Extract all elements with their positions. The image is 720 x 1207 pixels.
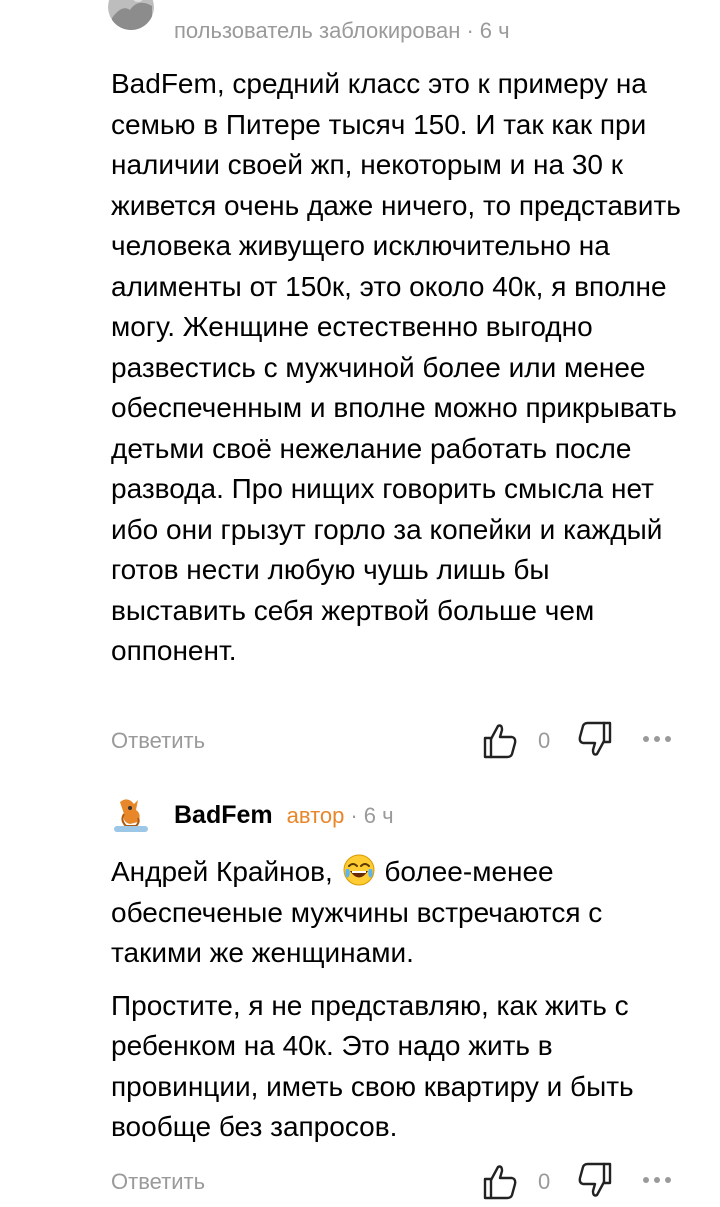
more-options-icon[interactable] — [643, 1167, 687, 1193]
mention[interactable]: Андрей Крайнов, — [111, 856, 333, 887]
reply-button[interactable]: Ответить — [111, 1169, 205, 1195]
face-with-tears-of-joy-icon — [343, 854, 375, 886]
like-count: 0 — [538, 728, 551, 753]
comment-time: 6 ч — [363, 803, 394, 828]
comment-paragraph: Простите, я не представляю, как жить с р… — [111, 989, 634, 1143]
avatar[interactable] — [108, 792, 154, 838]
author-name[interactable]: BadFem — [174, 801, 273, 829]
like-count: 0 — [538, 1169, 551, 1194]
avatar[interactable] — [108, 0, 154, 30]
thumbs-down-icon[interactable] — [577, 1161, 613, 1199]
comment-text: Андрей Крайнов, более-менее обеспеченые … — [111, 852, 681, 1148]
author-badge: автор — [286, 803, 345, 828]
comment-paragraph: BadFem, средний класс это к примеру на с… — [111, 68, 681, 666]
comment-actions: Ответить 0 — [0, 1162, 720, 1207]
thumbs-up-icon[interactable] — [482, 1163, 518, 1201]
thumbs-up-icon[interactable] — [482, 722, 518, 760]
comment-text: BadFem, средний класс это к примеру на с… — [111, 64, 681, 672]
comment-time: 6 ч — [479, 18, 510, 43]
user-status: пользователь заблокирован — [174, 18, 461, 43]
comment-paragraph: Андрей Крайнов, более-менее обеспеченые … — [111, 852, 681, 974]
comment-meta: BadFem автор · 6 ч — [174, 801, 394, 829]
more-options-icon[interactable] — [643, 726, 687, 752]
comment-meta: пользователь заблокирован · 6 ч — [174, 18, 510, 43]
thumbs-down-icon[interactable] — [577, 720, 613, 758]
reply-button[interactable]: Ответить — [111, 728, 205, 754]
comment-actions: Ответить 0 — [0, 721, 720, 766]
